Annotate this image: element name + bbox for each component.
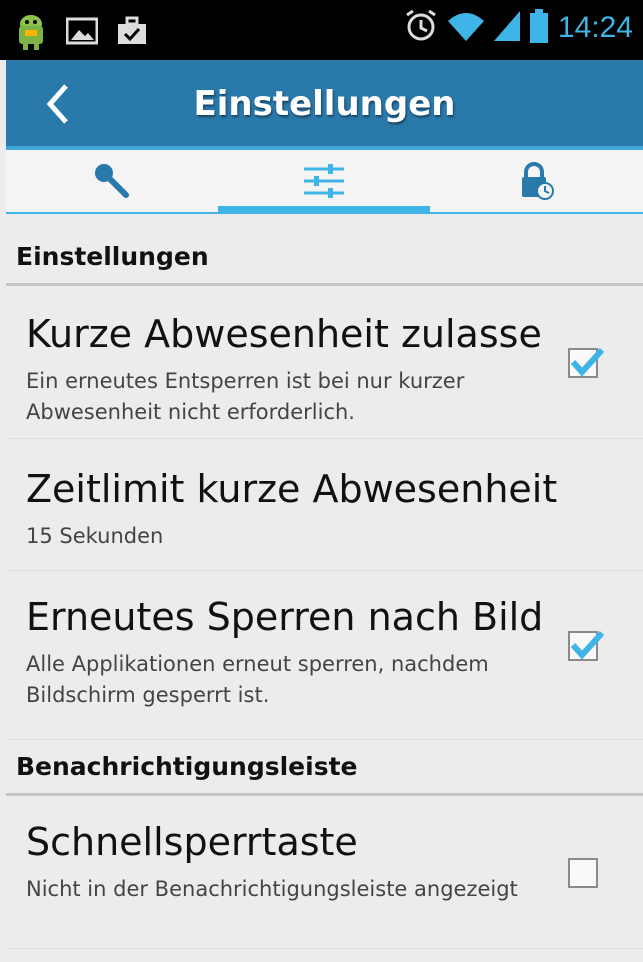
pref-short-absence[interactable]: Kurze Abwesenheit zulassen Ein erneutes … [6,286,643,439]
pref-title: Zeitlimit kurze Abwesenheit [26,467,558,511]
checkmark-icon [570,630,605,660]
page-title: Einstellungen [193,84,456,124]
tab-lock[interactable] [430,150,642,212]
section-header-settings: Einstellungen [16,242,209,271]
action-bar: Einstellungen [6,60,643,150]
pref-title: Erneutes Sperren nach Bildschirmsperre [26,595,541,639]
wifi-icon [446,9,486,47]
android-icon [14,10,48,56]
signal-icon [493,9,520,47]
tab-settings[interactable] [218,150,430,214]
sliders-icon [304,164,344,198]
clock-time: 14:24 [557,11,633,44]
battery-icon [528,8,550,48]
short-absence-checkbox[interactable] [568,347,605,378]
tab-key[interactable] [6,150,218,212]
section-header-notification-bar: Benachrichtigungsleiste [16,752,358,781]
pref-summary: Nicht in der Benachrichtigungsleiste ang… [26,877,518,901]
image-icon [65,16,99,50]
key-icon [95,164,129,198]
quick-lock-checkbox[interactable] [568,858,598,888]
briefcase-icon [116,16,148,50]
pref-title: Kurze Abwesenheit zulassen [26,312,541,356]
relock-checkbox[interactable] [568,630,605,661]
tab-bar [6,150,643,214]
pref-title: Schnellsperrtaste [26,820,358,864]
pref-summary: 15 Sekunden [26,524,164,548]
pref-quick-lock[interactable]: Schnellsperrtaste Nicht in der Benachric… [6,796,643,949]
pref-timeout[interactable]: Zeitlimit kurze Abwesenheit 15 Sekunden [6,439,643,571]
alarm-icon [404,8,438,48]
lock-icon [522,162,554,200]
pref-summary: Alle Applikationen erneut sperren, nachd… [26,652,489,707]
status-bar: 14:24 [0,0,643,60]
checkmark-icon [570,347,605,377]
pref-relock-screen[interactable]: Erneutes Sperren nach Bildschirmsperre A… [6,571,643,740]
pref-summary: Ein erneutes Entsperren ist bei nur kurz… [26,369,465,424]
